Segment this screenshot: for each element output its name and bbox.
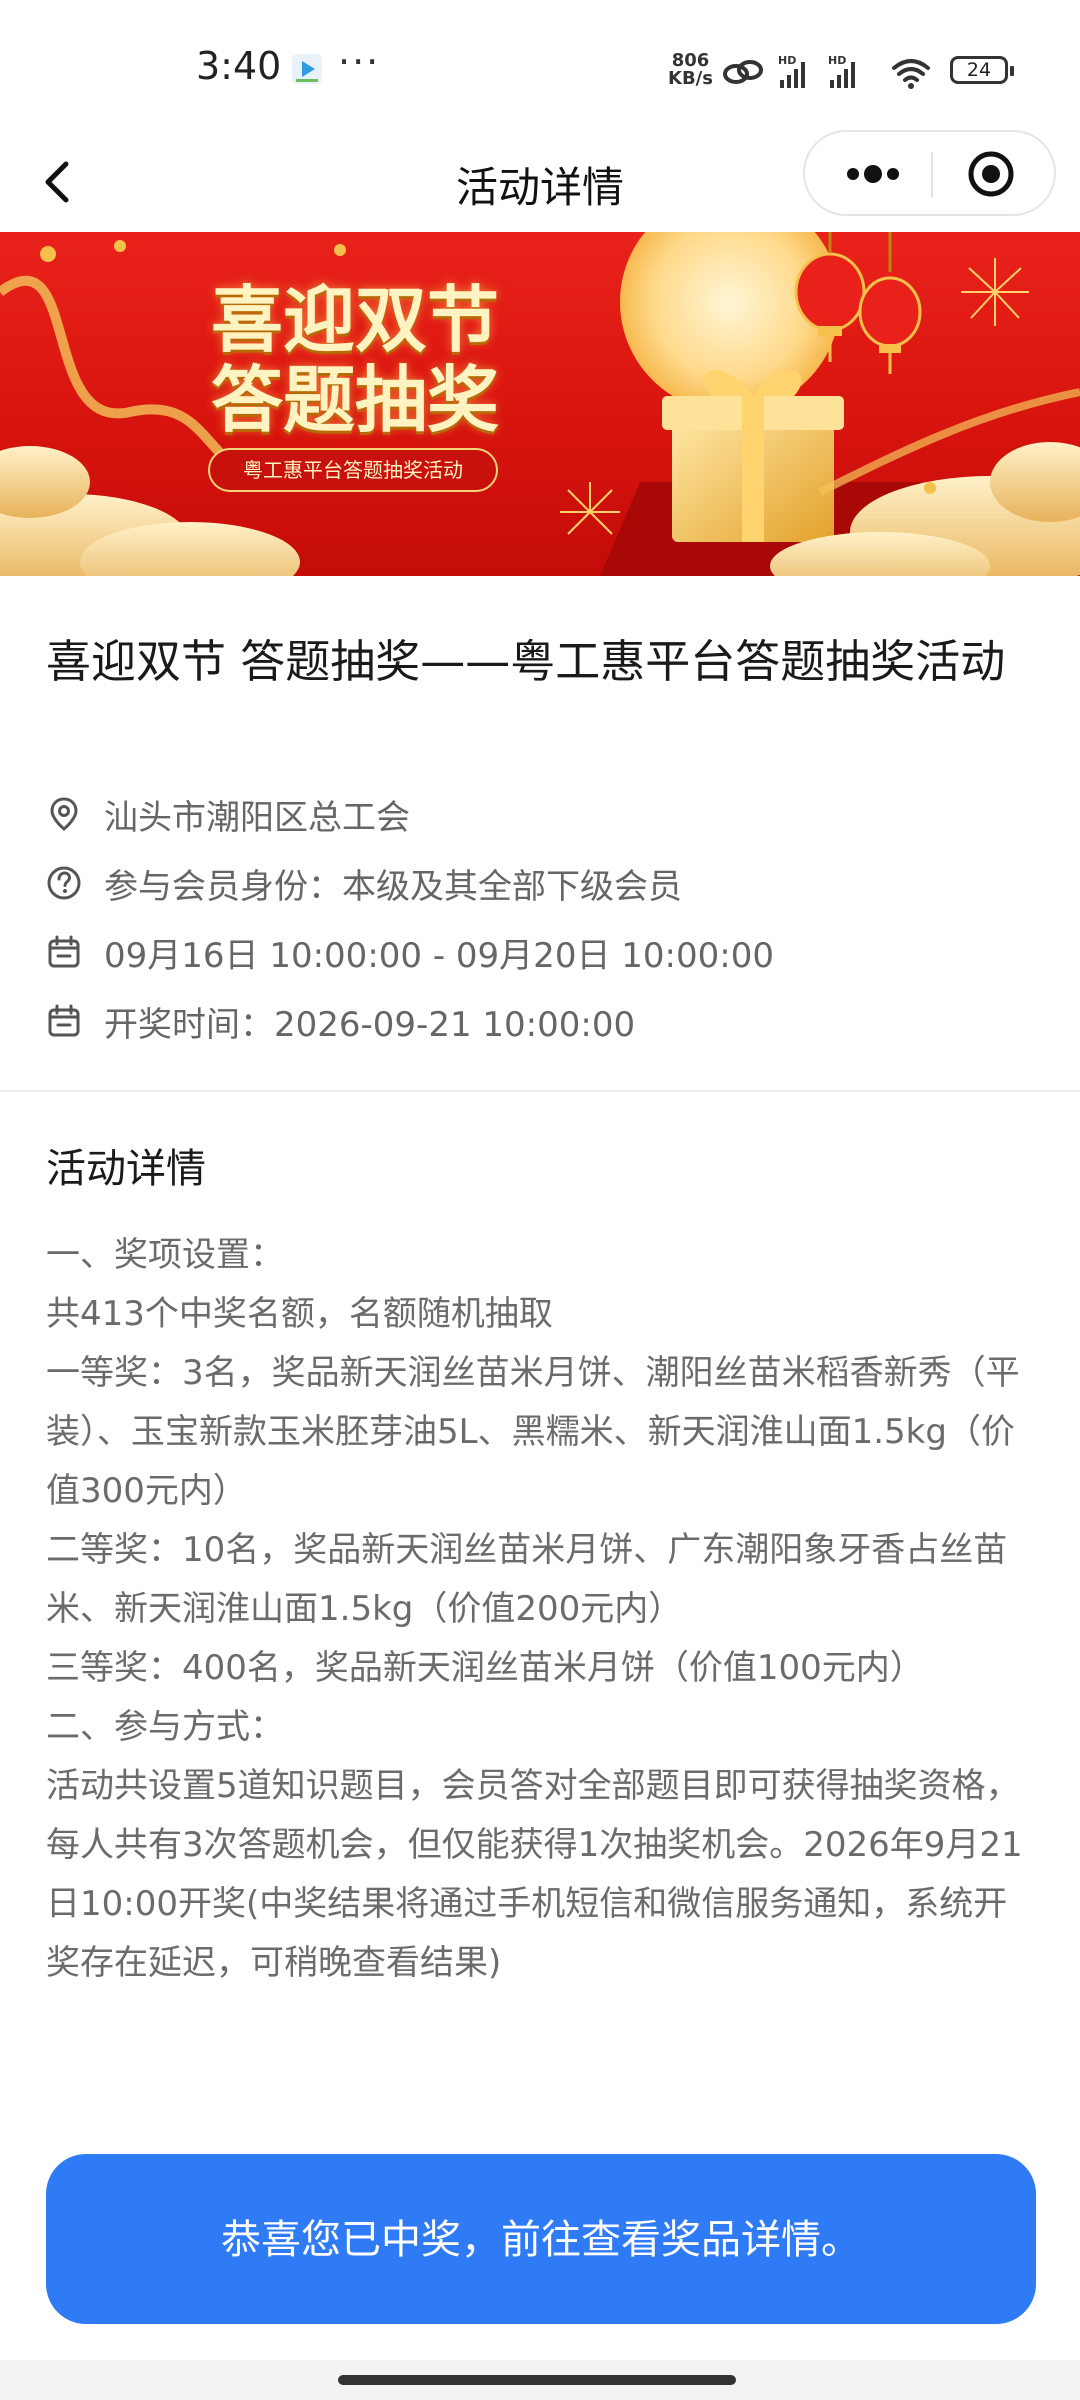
status-bar: 3:40 ··· 806 KB/s HD HD 24 bbox=[0, 0, 1080, 130]
banner-title-line2: 答题抽奖 bbox=[210, 357, 499, 442]
eligibility-row: 参与会员身份：本级及其全部下级会员 bbox=[46, 855, 1046, 911]
wifi-icon bbox=[892, 59, 930, 82]
signal-icon-2: HD bbox=[828, 54, 855, 88]
status-time: 3:40 bbox=[196, 44, 282, 88]
eligibility-text: 参与会员身份：本级及其全部下级会员 bbox=[104, 867, 682, 907]
draw-time-row: 开奖时间：2026-09-21 10:00:00 bbox=[46, 993, 1046, 1049]
organizer-row: 汕头市潮阳区总工会 bbox=[46, 786, 1046, 842]
detail-paragraph: 二等奖：10名，奖品新天润丝苗米月饼、广东潮阳象牙香占丝苗米、新天润淮山面1.5… bbox=[46, 1530, 1008, 1629]
more-notifications-icon: ··· bbox=[338, 40, 381, 84]
time-range-text: 09月16日 10:00:00 - 09月20日 10:00:00 bbox=[104, 936, 774, 976]
banner-title-line1: 喜迎双节 bbox=[210, 277, 499, 362]
link-icon bbox=[723, 60, 763, 84]
time-range-row: 09月16日 10:00:00 - 09月20日 10:00:00 bbox=[46, 924, 1046, 980]
video-app-icon bbox=[292, 54, 322, 84]
view-prize-button[interactable]: 恭喜您已中奖，前往查看奖品详情。 bbox=[46, 2154, 1036, 2324]
detail-paragraph: 活动共设置5道知识题目，会员答对全部题目即可获得抽奖资格，每人共有3次答题机会，… bbox=[46, 1766, 1023, 1983]
detail-paragraph: 一、奖项设置： bbox=[46, 1235, 284, 1275]
calendar-icon bbox=[48, 1004, 80, 1037]
organizer-text: 汕头市潮阳区总工会 bbox=[104, 798, 410, 838]
location-pin-icon bbox=[50, 797, 78, 831]
mini-program-capsule bbox=[803, 130, 1056, 216]
detail-paragraph: 一等奖：3名，奖品新天润丝苗米月饼、潮阳丝苗米稻香新秀（平装）、玉宝新款玉米胚芽… bbox=[46, 1353, 1020, 1511]
detail-paragraph: 二、参与方式： bbox=[46, 1707, 284, 1747]
detail-paragraph: 三等奖：400名，奖品新天润丝苗米月饼（价值100元内） bbox=[46, 1648, 924, 1688]
section-divider bbox=[0, 1090, 1080, 1092]
cloud bbox=[0, 442, 1080, 576]
details-body: 一、奖项设置： 共413个中奖名额，名额随机抽取 一等奖：3名，奖品新天润丝苗米… bbox=[46, 1226, 1036, 1993]
draw-time-text: 开奖时间：2026-09-21 10:00:00 bbox=[104, 1005, 636, 1045]
detail-paragraph: 共413个中奖名额，名额随机抽取 bbox=[46, 1294, 553, 1334]
svg-text:HD: HD bbox=[828, 54, 846, 67]
banner-subtitle: 粤工惠平台答题抽奖活动 bbox=[208, 448, 498, 492]
svg-text:HD: HD bbox=[778, 54, 796, 67]
battery-icon: 24 bbox=[950, 56, 1014, 84]
calendar-icon bbox=[48, 935, 80, 968]
capsule-divider bbox=[931, 152, 933, 198]
banner-art bbox=[0, 232, 1080, 576]
activity-banner: 喜迎双节 答题抽奖 粤工惠平台答题抽奖活动 bbox=[0, 232, 1080, 576]
home-indicator[interactable] bbox=[338, 2375, 736, 2385]
signal-icon: HD bbox=[778, 54, 805, 88]
target-close-icon[interactable] bbox=[941, 132, 1041, 216]
activity-title: 喜迎双节 答题抽奖——粤工惠平台答题抽奖活动 bbox=[46, 635, 1006, 688]
nav-bar: 活动详情 bbox=[0, 130, 1080, 232]
question-circle-icon bbox=[47, 866, 81, 900]
details-heading: 活动详情 bbox=[46, 1146, 206, 1192]
network-speed: 806 KB/s bbox=[668, 50, 713, 89]
more-icon[interactable] bbox=[823, 132, 923, 216]
